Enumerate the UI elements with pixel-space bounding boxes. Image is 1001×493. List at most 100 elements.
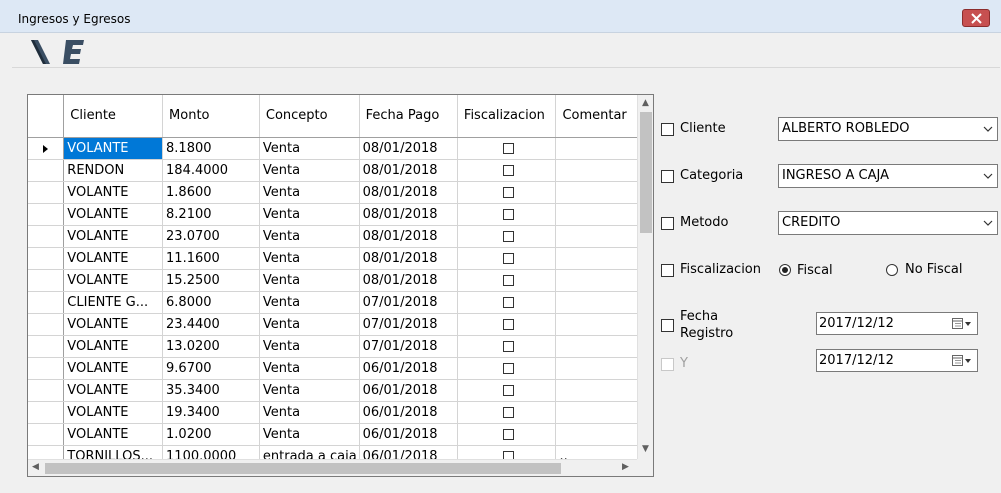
table-row[interactable]: VOLANTE 8.1800 Venta 08/01/2018 [28, 137, 653, 160]
cell-monto[interactable]: 9.6700 [162, 357, 260, 380]
cell-fecha-pago[interactable]: 08/01/2018 [359, 247, 458, 270]
scroll-right-icon[interactable]: ▶ [622, 462, 629, 472]
column-header-cliente[interactable]: Cliente [63, 95, 164, 138]
fiscalizacion-checkbox[interactable] [502, 275, 514, 286]
cell-fiscalizacion[interactable] [457, 181, 557, 204]
cell-cliente[interactable]: VOLANTE [63, 335, 164, 358]
cell-fiscalizacion[interactable] [457, 335, 557, 358]
no-fiscal-radio[interactable] [886, 264, 898, 276]
row-header[interactable] [28, 423, 65, 446]
cell-fecha-pago[interactable]: 07/01/2018 [359, 313, 458, 336]
fiscalizacion-checkbox[interactable] [502, 363, 514, 374]
fiscalizacion-checkbox[interactable] [502, 143, 514, 154]
fecha-registro-filter-checkbox[interactable] [661, 319, 674, 332]
expense-button[interactable] [62, 36, 88, 66]
vertical-scrollbar[interactable]: ▲ ▼ [637, 95, 653, 459]
cell-fecha-pago[interactable]: 06/01/2018 [359, 423, 458, 446]
table-row[interactable]: VOLANTE 23.4400 Venta 07/01/2018 [28, 313, 653, 336]
row-header[interactable] [28, 225, 65, 248]
row-header[interactable] [28, 291, 65, 314]
cell-fecha-pago[interactable]: 08/01/2018 [359, 269, 458, 292]
scroll-left-icon[interactable]: ◀ [32, 462, 39, 472]
cell-fiscalizacion[interactable] [457, 159, 557, 182]
fiscalizacion-checkbox[interactable] [502, 341, 514, 352]
cell-cliente[interactable]: VOLANTE [63, 379, 164, 402]
fiscalizacion-checkbox[interactable] [502, 407, 514, 418]
cell-cliente[interactable]: VOLANTE [63, 401, 164, 424]
cell-fecha-pago[interactable]: 08/01/2018 [359, 225, 458, 248]
cell-cliente[interactable]: VOLANTE [63, 247, 164, 270]
cell-monto[interactable]: 6.8000 [162, 291, 260, 314]
cell-fecha-pago[interactable]: 07/01/2018 [359, 335, 458, 358]
row-header[interactable] [28, 181, 65, 204]
metodo-select[interactable]: CREDITO [778, 211, 998, 235]
cell-cliente[interactable]: VOLANTE [63, 357, 164, 380]
cell-monto[interactable]: 8.1800 [162, 137, 260, 160]
cell-cliente[interactable]: VOLANTE [63, 423, 164, 446]
cell-monto[interactable]: 11.1600 [162, 247, 260, 270]
cell-cliente[interactable]: VOLANTE [63, 225, 164, 248]
cell-concepto[interactable]: Venta [259, 269, 360, 292]
cell-monto[interactable]: 1.8600 [162, 181, 260, 204]
horizontal-scrollbar[interactable]: ◀ ▶ [28, 459, 637, 476]
cell-fecha-pago[interactable]: 08/01/2018 [359, 137, 458, 160]
cell-cliente[interactable]: VOLANTE [63, 137, 164, 160]
cell-concepto[interactable]: Venta [259, 379, 360, 402]
table-row[interactable]: VOLANTE 19.3400 Venta 06/01/2018 [28, 401, 653, 424]
cell-monto[interactable]: 35.3400 [162, 379, 260, 402]
horizontal-scroll-thumb[interactable] [45, 463, 561, 474]
cell-concepto[interactable]: Venta [259, 181, 360, 204]
y-date-picker[interactable]: 2017/12/12 [816, 349, 978, 372]
fiscalizacion-checkbox[interactable] [502, 165, 514, 176]
column-header-monto[interactable]: Monto [162, 95, 260, 138]
table-row[interactable]: VOLANTE 1.8600 Venta 08/01/2018 [28, 181, 653, 204]
cell-concepto[interactable]: Venta [259, 401, 360, 424]
row-header[interactable] [28, 269, 65, 292]
row-header[interactable] [28, 357, 65, 380]
fiscalizacion-checkbox[interactable] [502, 319, 514, 330]
cell-cliente[interactable]: RENDON [63, 159, 164, 182]
cell-fiscalizacion[interactable] [457, 291, 557, 314]
transactions-grid[interactable]: Cliente Monto Concepto Fecha Pago Fiscal… [27, 94, 654, 477]
cell-monto[interactable]: 23.0700 [162, 225, 260, 248]
row-header[interactable] [28, 379, 65, 402]
cell-fiscalizacion[interactable] [457, 269, 557, 292]
cell-monto[interactable]: 1.0200 [162, 423, 260, 446]
row-header[interactable] [28, 247, 65, 270]
cell-fiscalizacion[interactable] [457, 313, 557, 336]
y-filter-checkbox[interactable] [661, 358, 674, 371]
income-button[interactable] [28, 36, 54, 66]
categoria-select[interactable]: INGRESO A CAJA [778, 164, 998, 188]
row-header[interactable] [28, 401, 65, 424]
row-header[interactable] [28, 335, 65, 358]
cell-concepto[interactable]: Venta [259, 203, 360, 226]
cell-fiscalizacion[interactable] [457, 225, 557, 248]
cliente-select[interactable]: ALBERTO ROBLEDO [778, 117, 998, 141]
fiscalizacion-checkbox[interactable] [502, 429, 514, 440]
row-header[interactable] [28, 159, 65, 182]
cell-fiscalizacion[interactable] [457, 203, 557, 226]
table-row[interactable]: VOLANTE 1.0200 Venta 06/01/2018 [28, 423, 653, 446]
table-row[interactable]: VOLANTE 23.0700 Venta 08/01/2018 [28, 225, 653, 248]
cell-concepto[interactable]: Venta [259, 313, 360, 336]
column-header-fecha-pago[interactable]: Fecha Pago [359, 95, 458, 138]
cell-monto[interactable]: 184.4000 [162, 159, 260, 182]
table-row[interactable]: VOLANTE 8.2100 Venta 08/01/2018 [28, 203, 653, 226]
metodo-filter-checkbox[interactable] [661, 217, 674, 230]
table-row[interactable]: VOLANTE 35.3400 Venta 06/01/2018 [28, 379, 653, 402]
cell-fecha-pago[interactable]: 07/01/2018 [359, 291, 458, 314]
cell-monto[interactable]: 19.3400 [162, 401, 260, 424]
fiscalizacion-checkbox[interactable] [502, 297, 514, 308]
cell-fiscalizacion[interactable] [457, 423, 557, 446]
cell-cliente[interactable]: VOLANTE [63, 313, 164, 336]
cell-fecha-pago[interactable]: 06/01/2018 [359, 379, 458, 402]
row-header[interactable] [28, 137, 65, 160]
fiscalizacion-checkbox[interactable] [502, 231, 514, 242]
close-button[interactable] [962, 9, 990, 27]
cell-fiscalizacion[interactable] [457, 357, 557, 380]
cell-cliente[interactable]: VOLANTE [63, 203, 164, 226]
row-header[interactable] [28, 313, 65, 336]
fiscalizacion-checkbox[interactable] [502, 187, 514, 198]
cell-concepto[interactable]: Venta [259, 159, 360, 182]
cell-fiscalizacion[interactable] [457, 401, 557, 424]
